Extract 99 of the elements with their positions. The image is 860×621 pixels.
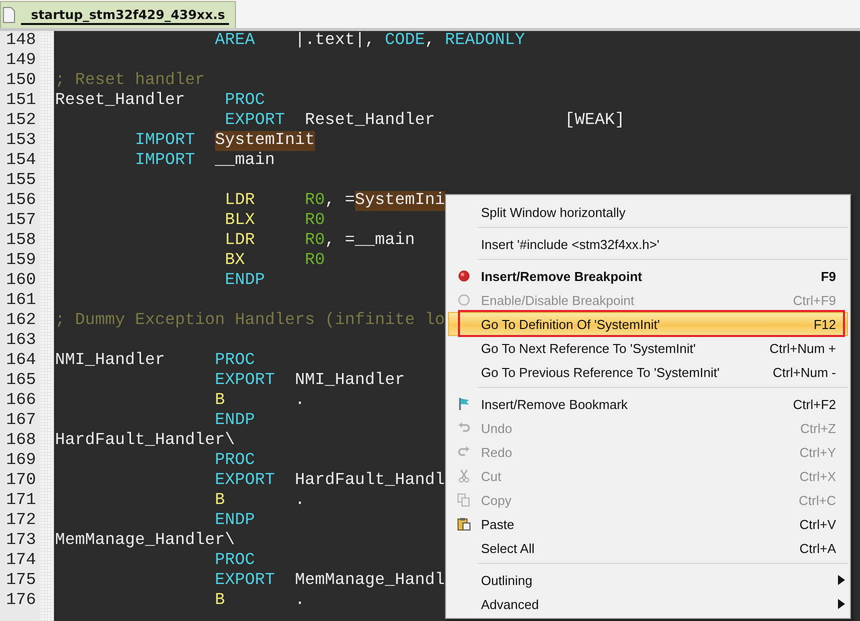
- code-text: PROC: [214, 451, 255, 471]
- line-number: 162: [5, 311, 37, 331]
- line-number: 154: [5, 151, 37, 171]
- code-text: __main: [214, 151, 275, 171]
- menu-item[interactable]: Go To Next Reference To 'SystemInit' Ctrl+Num +: [448, 336, 848, 360]
- line-number: 174: [5, 551, 37, 571]
- line-number: 148: [5, 31, 37, 51]
- code-comment: ; Dummy Exception Handlers (infinite lo: [55, 311, 445, 331]
- breakpoint-icon: [457, 269, 471, 283]
- code-text: B: [214, 591, 225, 611]
- code-text: BX: [224, 251, 245, 271]
- menu-item[interactable]: Split Window horizontally: [448, 200, 848, 224]
- line-number: 153: [5, 131, 37, 151]
- code-text: NMI_Handler: [55, 351, 165, 371]
- line-number: 159: [5, 251, 37, 271]
- code-text: ENDP: [224, 271, 265, 291]
- menu-item[interactable]: Go To Previous Reference To 'SystemInit' Ctrl+Num -: [448, 360, 848, 384]
- menu-item[interactable]: Go To Definition Of 'SystemInit' F12: [448, 312, 848, 336]
- code-text: EXPORT: [224, 111, 285, 131]
- code-text: PROC: [214, 551, 255, 571]
- code-text: CODE: [384, 31, 425, 51]
- line-number: 150: [5, 71, 37, 91]
- code-text: |.text|,: [294, 31, 376, 51]
- line-number: 175: [5, 571, 37, 591]
- line-number: 156: [5, 191, 37, 211]
- scissors-icon: [457, 469, 471, 483]
- code-text: B: [214, 491, 225, 511]
- code-text: HardFault_Handl: [294, 471, 445, 491]
- code-text: LDR: [224, 191, 255, 211]
- file-tab[interactable]: startup_stm32f429_439xx.s: [0, 1, 236, 28]
- line-number: 169: [5, 451, 37, 471]
- code-text: EXPORT: [214, 571, 275, 591]
- code-text: ,: [424, 31, 436, 51]
- code-text: PROC: [214, 351, 255, 371]
- code-comment: ; Reset handler: [55, 71, 205, 91]
- redo-icon: [457, 445, 471, 459]
- code-text: , =: [324, 191, 355, 211]
- flag-icon: [457, 397, 471, 411]
- code-text: NMI_Handler: [294, 371, 405, 391]
- code-text: LDR: [224, 231, 255, 251]
- code-text: Reset_Handler [WEAK]: [304, 111, 625, 131]
- code-text: EXPORT: [214, 471, 275, 491]
- submenu-arrow-icon: [838, 599, 845, 609]
- line-number: 168: [5, 431, 37, 451]
- line-number: 152: [5, 111, 37, 131]
- line-number: 176: [5, 591, 37, 611]
- submenu-arrow-icon: [838, 575, 845, 585]
- code-text: R0: [304, 191, 325, 211]
- code-text: HardFault_Handler\: [55, 431, 235, 451]
- line-number: 167: [5, 411, 37, 431]
- code-text: PROC: [224, 91, 265, 111]
- code-text: R0: [304, 211, 325, 231]
- code-text: R0: [304, 251, 325, 271]
- code-text: IMPORT: [134, 131, 196, 151]
- line-number: 157: [5, 211, 37, 231]
- line-number: 173: [5, 531, 37, 551]
- undo-icon: [457, 421, 471, 435]
- code-text: B: [214, 391, 225, 411]
- line-number: 149: [5, 51, 37, 71]
- highlighted-code: SystemIni: [354, 191, 445, 211]
- code-text: ENDP: [214, 511, 255, 531]
- line-number: 166: [5, 391, 37, 411]
- menu-item[interactable]: Insert/Remove Bookmark Ctrl+F2: [448, 392, 848, 416]
- line-number: 171: [5, 491, 37, 511]
- clipboard-icon: [457, 517, 471, 531]
- menu-item[interactable]: Select All Ctrl+A: [448, 536, 848, 560]
- file-icon: [3, 7, 15, 23]
- line-number: 172: [5, 511, 37, 531]
- line-number: 155: [5, 171, 37, 191]
- code-text: MemManage_Handl: [294, 571, 445, 591]
- line-number: 165: [5, 371, 37, 391]
- code-text: R0: [304, 231, 325, 251]
- code-text: READONLY: [444, 31, 525, 51]
- line-number: 158: [5, 231, 37, 251]
- line-number: 151: [5, 91, 37, 111]
- line-number: 164: [5, 351, 37, 371]
- menu-item[interactable]: Insert '#include <stm32f4xx.h>': [448, 232, 848, 256]
- line-number: 163: [5, 331, 37, 351]
- code-text: AREA: [214, 31, 255, 51]
- menu-item[interactable]: Advanced: [448, 592, 848, 616]
- code-text: , =__main: [324, 231, 415, 251]
- code-text: MemManage_Handler\: [55, 531, 235, 551]
- menu-item[interactable]: Insert/Remove Breakpoint F9: [448, 264, 848, 288]
- code-text: ENDP: [214, 411, 255, 431]
- line-number: 170: [5, 471, 37, 491]
- code-text: BLX: [224, 211, 255, 231]
- line-number: 160: [5, 271, 37, 291]
- copy-icon: [457, 493, 471, 507]
- code-text: .: [294, 491, 305, 511]
- code-text: Reset_Handler: [55, 91, 185, 111]
- code-text: .: [294, 391, 305, 411]
- code-text: EXPORT: [214, 371, 275, 391]
- menu-item[interactable]: Outlining: [448, 568, 848, 592]
- line-number: 161: [5, 291, 37, 311]
- circle-icon: [457, 293, 471, 307]
- menu-item[interactable]: Paste Ctrl+V: [448, 512, 848, 536]
- code-text: .: [294, 591, 305, 611]
- code-text: IMPORT: [134, 151, 195, 171]
- highlighted-code: SystemInit: [214, 131, 315, 151]
